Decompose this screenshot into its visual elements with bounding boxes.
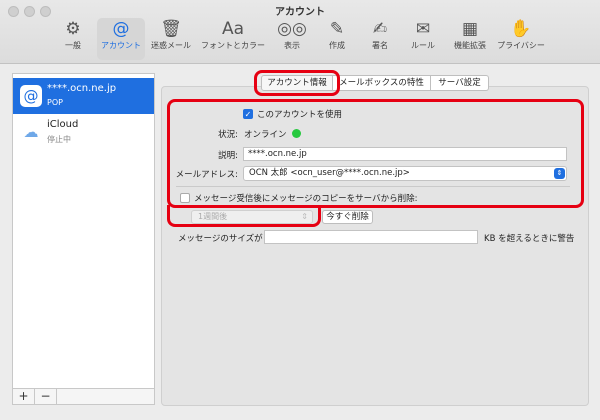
junk-tray-icon: 🗑 bbox=[160, 19, 182, 39]
tab-mailbox-behaviors[interactable]: メールボックスの特性 bbox=[333, 75, 431, 91]
highlight-ring-form bbox=[167, 99, 584, 208]
toolbar-accounts[interactable]: @ アカウント bbox=[97, 18, 145, 60]
toolbar-rules[interactable]: ✉ ルール bbox=[403, 18, 443, 60]
account-item-ocn[interactable]: @ ****.ocn.ne.jp POP bbox=[13, 78, 154, 114]
add-account-button[interactable]: + bbox=[13, 389, 35, 404]
hand-icon: ✋ bbox=[510, 19, 532, 39]
rules-envelope-icon: ✉ bbox=[415, 19, 431, 39]
message-size-label: メッセージのサイズが bbox=[178, 234, 263, 244]
account-list: @ ****.ocn.ne.jp POP ☁ iCloud 停止中 + − bbox=[12, 73, 155, 405]
toolbar-composing[interactable]: ✎ 作成 bbox=[318, 18, 356, 60]
at-sign-icon: @ bbox=[20, 85, 42, 107]
account-list-footer: + − bbox=[13, 388, 154, 404]
cloud-icon: ☁ bbox=[23, 123, 39, 141]
toolbar-signatures[interactable]: ✍ 署名 bbox=[361, 18, 399, 60]
toolbar-extensions[interactable]: ▦ 機能拡張 bbox=[448, 18, 492, 60]
remove-account-button[interactable]: − bbox=[35, 389, 57, 404]
message-size-suffix: KB を超えるときに警告 bbox=[484, 234, 575, 244]
message-size-field[interactable] bbox=[264, 230, 478, 244]
tab-server-settings[interactable]: サーバ設定 bbox=[431, 75, 489, 91]
highlight-ring-tab bbox=[254, 70, 340, 96]
font-icon: Aa bbox=[221, 19, 245, 39]
gear-icon: ⚙ bbox=[65, 19, 81, 39]
compose-icon: ✎ bbox=[329, 19, 345, 39]
toolbar-junk-mail[interactable]: 🗑 迷惑メール bbox=[148, 18, 194, 60]
window-title: アカウント bbox=[275, 7, 325, 18]
delete-now-button[interactable]: 今すぐ削除 bbox=[322, 210, 373, 224]
toolbar-viewing[interactable]: ◎◎ 表示 bbox=[273, 18, 311, 60]
signature-icon: ✍ bbox=[372, 19, 388, 39]
account-item-icloud[interactable]: ☁ iCloud 停止中 bbox=[13, 114, 154, 150]
at-sign-icon: @ bbox=[112, 19, 130, 39]
toolbar-fonts-colors[interactable]: Aa フォントとカラー bbox=[198, 18, 268, 60]
extensions-icon: ▦ bbox=[461, 19, 479, 39]
toolbar-general[interactable]: ⚙ 一般 bbox=[54, 18, 92, 60]
highlight-ring-period bbox=[167, 205, 321, 227]
toolbar-privacy[interactable]: ✋ プライバシー bbox=[494, 18, 548, 60]
title-bar: アカウント ⚙ 一般 @ アカウント 🗑 迷惑メール Aa フォントとカラー ◎… bbox=[0, 0, 600, 64]
glasses-icon: ◎◎ bbox=[277, 19, 307, 39]
